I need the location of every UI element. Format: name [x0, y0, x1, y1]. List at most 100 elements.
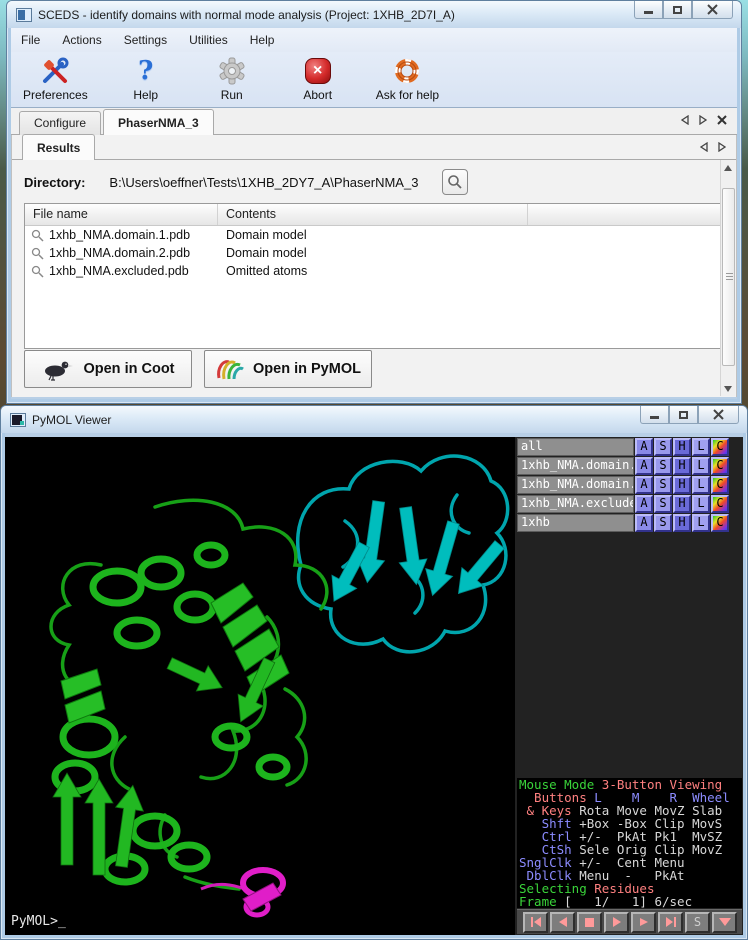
action-button[interactable]: A [635, 457, 653, 475]
action-button[interactable]: A [635, 438, 653, 456]
color-button[interactable]: C [711, 476, 729, 494]
tab-scroll-left-icon[interactable] [681, 115, 689, 125]
column-contents[interactable]: Contents [218, 204, 528, 225]
hide-button[interactable]: H [673, 495, 691, 513]
menu-utilities[interactable]: Utilities [189, 33, 228, 47]
show-button[interactable]: S [654, 476, 672, 494]
menu-file[interactable]: File [21, 33, 40, 47]
menu-help[interactable]: Help [250, 33, 275, 47]
back-icon [558, 917, 568, 927]
menu-actions[interactable]: Actions [62, 33, 101, 47]
hide-button[interactable]: H [673, 438, 691, 456]
preferences-button[interactable]: Preferences [23, 55, 88, 102]
hide-button[interactable]: H [673, 514, 691, 532]
show-button[interactable]: S [654, 514, 672, 532]
color-button[interactable]: C [711, 514, 729, 532]
file-contents: Domain model [218, 246, 528, 260]
scroll-down-icon[interactable] [724, 386, 732, 392]
table-row[interactable]: 1xhb_NMA.excluded.pdb Omitted atoms [25, 262, 723, 280]
subtab-scroll-right-icon[interactable] [718, 142, 726, 152]
open-in-pymol-button[interactable]: Open in PyMOL [204, 350, 372, 388]
vertical-scrollbar[interactable] [720, 160, 735, 396]
show-button[interactable]: S [654, 495, 672, 513]
abort-label: Abort [303, 88, 332, 102]
object-name[interactable]: 1xhb_NMA.exclude [517, 495, 634, 513]
tab-close-icon[interactable] [717, 115, 727, 125]
tab-results[interactable]: Results [22, 134, 95, 160]
menu-toggle-button[interactable] [712, 912, 737, 933]
pymol-maximize-button[interactable] [669, 406, 698, 424]
show-button[interactable]: S [654, 438, 672, 456]
label-button[interactable]: L [692, 438, 710, 456]
scroll-up-icon[interactable] [724, 165, 732, 171]
pymol-window-title: PyMOL Viewer [32, 413, 111, 427]
file-name: 1xhb_NMA.excluded.pdb [49, 264, 189, 278]
color-button[interactable]: C [711, 495, 729, 513]
table-row[interactable]: 1xhb_NMA.domain.1.pdb Domain model [25, 226, 723, 244]
forward-icon [639, 918, 649, 926]
question-icon: ? [138, 56, 153, 86]
column-file-name[interactable]: File name [25, 204, 218, 225]
close-button[interactable] [692, 1, 733, 19]
help-button[interactable]: ? Help [118, 55, 174, 102]
action-button[interactable]: A [635, 514, 653, 532]
subtabstrip: Results [12, 135, 736, 160]
pymol-minimize-button[interactable] [640, 406, 669, 424]
pymol-viewport[interactable]: PyMOL>_ [5, 437, 515, 935]
scrollbar-thumb[interactable] [722, 188, 735, 366]
step-forward-button[interactable] [631, 912, 656, 933]
menu-settings[interactable]: Settings [124, 33, 167, 47]
action-button[interactable]: A [635, 476, 653, 494]
tab-phasernma3[interactable]: PhaserNMA_3 [103, 109, 214, 135]
pymol-titlebar[interactable]: PyMOL Viewer [1, 406, 747, 433]
scene-button[interactable]: S [685, 912, 710, 933]
hide-button[interactable]: H [673, 476, 691, 494]
table-row[interactable]: 1xhb_NMA.domain.2.pdb Domain model [25, 244, 723, 262]
open-in-coot-label: Open in Coot [83, 361, 174, 377]
open-in-coot-button[interactable]: Open in Coot [24, 350, 192, 388]
tab-scroll-right-icon[interactable] [699, 115, 707, 125]
show-button[interactable]: S [654, 457, 672, 475]
menubar: File Actions Settings Utilities Help [11, 28, 737, 52]
label-button[interactable]: L [692, 495, 710, 513]
action-button[interactable]: A [635, 495, 653, 513]
object-name[interactable]: all [517, 438, 634, 456]
tabstrip: Configure PhaserNMA_3 [11, 108, 737, 135]
file-magnifier-icon [31, 247, 44, 260]
label-button[interactable]: L [692, 476, 710, 494]
lifering-icon [393, 57, 421, 85]
tab-configure[interactable]: Configure [19, 111, 101, 135]
ask-for-help-button[interactable]: Ask for help [376, 55, 439, 102]
minimize-icon [650, 416, 659, 419]
stop-button[interactable] [577, 912, 602, 933]
file-name: 1xhb_NMA.domain.1.pdb [49, 228, 190, 242]
object-row: 1xhb A S H L C [517, 514, 742, 532]
object-name[interactable]: 1xhb_NMA.domain. [517, 457, 634, 475]
play-button[interactable] [604, 912, 629, 933]
label-button[interactable]: L [692, 514, 710, 532]
run-button[interactable]: Run [204, 55, 260, 102]
object-name[interactable]: 1xhb [517, 514, 634, 532]
object-name[interactable]: 1xhb_NMA.domain. [517, 476, 634, 494]
playback-bar: S [517, 909, 742, 934]
subtab-scroll-left-icon[interactable] [700, 142, 708, 152]
abort-button[interactable]: × Abort [290, 55, 346, 102]
step-back-button[interactable] [550, 912, 575, 933]
open-in-pymol-label: Open in PyMOL [253, 361, 361, 377]
go-to-start-button[interactable] [523, 912, 548, 933]
pymol-ribbon-icon [215, 356, 245, 382]
pymol-close-button[interactable] [698, 406, 739, 424]
color-button[interactable]: C [711, 457, 729, 475]
color-button[interactable]: C [711, 438, 729, 456]
label-button[interactable]: L [692, 457, 710, 475]
go-to-end-button[interactable] [658, 912, 683, 933]
pymol-prompt[interactable]: PyMOL>_ [11, 914, 66, 929]
object-row: 1xhb_NMA.exclude A S H L C [517, 495, 742, 513]
directory-path: B:\Users\oeffner\Tests\1XHB_2DY7_A\Phase… [109, 175, 418, 190]
hide-button[interactable]: H [673, 457, 691, 475]
maximize-button[interactable] [663, 1, 692, 19]
minimize-button[interactable] [634, 1, 663, 19]
maximize-icon [679, 411, 688, 419]
browse-directory-button[interactable] [442, 169, 468, 195]
sceds-titlebar[interactable]: SCEDS - identify domains with normal mod… [7, 1, 741, 28]
